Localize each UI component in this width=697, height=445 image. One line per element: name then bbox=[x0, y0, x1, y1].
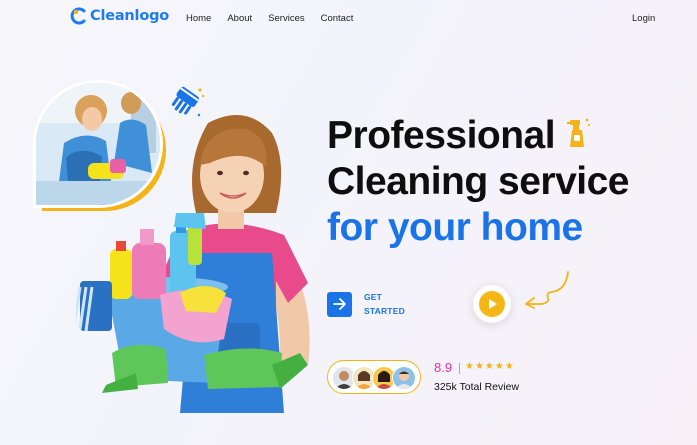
get-started-label: GET STARTED bbox=[364, 292, 405, 316]
headline-line-2: Cleaning service bbox=[327, 160, 629, 203]
play-video-button[interactable] bbox=[473, 285, 511, 323]
spray-bottle-icon bbox=[567, 117, 591, 149]
headline-line-3: for your home bbox=[327, 206, 583, 249]
rating-score: 8.9 bbox=[434, 360, 453, 375]
logo-mark-icon bbox=[70, 7, 88, 25]
arrow-right-icon bbox=[327, 291, 352, 317]
rating-stars: ★★★★★ bbox=[465, 361, 515, 372]
get-started-button[interactable]: GET STARTED bbox=[327, 290, 414, 318]
avatar bbox=[392, 366, 416, 390]
play-icon bbox=[479, 291, 505, 317]
rating-divider bbox=[459, 363, 460, 374]
logo-text: Cleanlogo bbox=[90, 8, 170, 24]
nav-contact[interactable]: Contact bbox=[321, 13, 354, 24]
login-link[interactable]: Login bbox=[632, 13, 655, 24]
top-navbar: Cleanlogo Home About Services Contact Lo… bbox=[0, 0, 697, 36]
reviewer-avatars bbox=[327, 360, 421, 394]
total-review-count: 325k Total Review bbox=[434, 381, 520, 393]
main-menu: Home About Services Contact bbox=[186, 13, 369, 24]
cleaner-woman-image bbox=[72, 103, 332, 413]
curved-arrow-icon bbox=[522, 270, 574, 312]
nav-home[interactable]: Home bbox=[186, 13, 211, 24]
nav-about[interactable]: About bbox=[227, 13, 252, 24]
logo[interactable]: Cleanlogo bbox=[70, 7, 169, 25]
nav-services[interactable]: Services bbox=[268, 13, 304, 24]
